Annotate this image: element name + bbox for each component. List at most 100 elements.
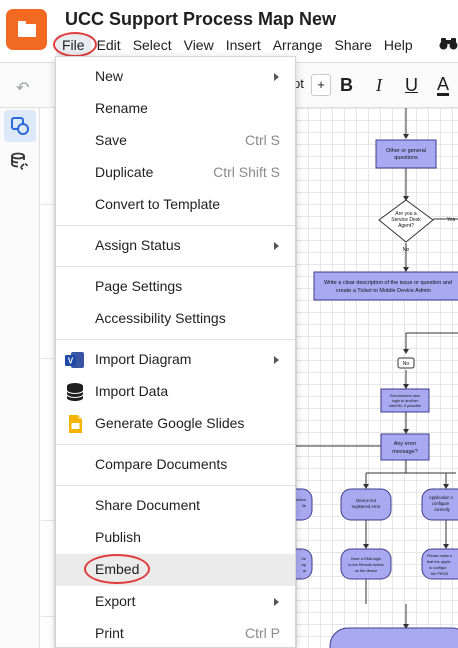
menu-view[interactable]: View	[178, 34, 220, 56]
node-any-error[interactable]	[380, 433, 430, 461]
menu-item-label: Import Diagram	[95, 351, 192, 367]
svg-text:Write a clear description of t: Write a clear description of the issue o…	[324, 280, 452, 286]
svg-text:No: No	[403, 247, 410, 253]
menu-arrange[interactable]: Arrange	[267, 34, 329, 56]
svg-text:create a Ticket to Mobile Devi: create a Ticket to Mobile Device Admin	[336, 288, 431, 294]
menu-item-label: Embed	[95, 561, 140, 577]
menu-item-label: Accessibility Settings	[95, 310, 226, 326]
svg-text:Device not: Device not	[356, 498, 377, 503]
svg-text:Application n: Application n	[429, 495, 454, 500]
menu-item-convert-to-template[interactable]: Convert to Template	[56, 189, 295, 221]
menu-item-import-diagram[interactable]: V Import Diagram	[56, 344, 295, 376]
submenu-arrow-icon	[274, 598, 279, 606]
data-panel-button[interactable]	[4, 146, 36, 178]
font-size-increase-button[interactable]: +	[311, 74, 331, 96]
svg-text:configure: configure	[432, 501, 450, 506]
menu-share[interactable]: Share	[329, 34, 378, 56]
svg-text:site/VM, if possible: site/VM, if possible	[389, 404, 421, 408]
menu-item-new[interactable]: New	[56, 61, 295, 93]
menu-item-compare-documents[interactable]: Compare Documents	[56, 449, 295, 481]
node-write-description[interactable]	[313, 271, 458, 301]
menu-item-page-settings[interactable]: Page Settings	[56, 271, 295, 303]
google-slides-icon	[69, 415, 82, 433]
menu-item-label: Import Data	[95, 383, 169, 399]
svg-text:Please make s: Please make s	[427, 554, 452, 558]
left-rail	[0, 108, 40, 648]
underline-button[interactable]: U	[405, 75, 418, 96]
svg-text:Agent?: Agent?	[398, 223, 414, 229]
svg-text:is configur: is configur	[429, 566, 447, 570]
menu-item-label: Assign Status	[95, 237, 181, 253]
document-title[interactable]: UCC Support Process Map New	[65, 9, 336, 30]
svg-text:ap: ap	[302, 562, 307, 567]
text-color-button[interactable]: A	[437, 75, 450, 96]
menu-item-import-data[interactable]: Import Data	[56, 376, 295, 408]
menu-item-label: Export	[95, 593, 136, 609]
diagram-canvas[interactable]: Other or general questions Are you a Ser…	[296, 108, 458, 648]
svg-text:Recommend user: Recommend user	[390, 394, 421, 398]
menu-item-rename[interactable]: Rename	[56, 93, 295, 125]
menu-item-assign-status[interactable]: Assign Status	[56, 230, 295, 262]
svg-text:ection: ection	[296, 497, 306, 502]
shortcut-label: Ctrl P	[245, 625, 280, 641]
bold-button[interactable]: B	[340, 75, 353, 96]
shapes-panel-button[interactable]	[4, 110, 36, 142]
italic-button[interactable]: I	[376, 75, 382, 96]
menu-item-duplicate[interactable]: Duplicate Ctrl Shift S	[56, 157, 295, 189]
svg-text:on the device: on the device	[355, 569, 378, 573]
svg-text:he: he	[302, 556, 307, 561]
database-icon	[66, 383, 84, 401]
menu-item-label: Publish	[95, 529, 141, 545]
menu-item-label: Rename	[95, 100, 148, 116]
shortcut-label: Ctrl Shift S	[213, 164, 280, 180]
svg-text:Other or general: Other or general	[386, 148, 426, 154]
menu-divider	[56, 266, 295, 267]
undo-icon[interactable]: ↶	[16, 78, 29, 98]
menu-item-label: Convert to Template	[95, 196, 221, 212]
menu-item-save[interactable]: Save Ctrl S	[56, 125, 295, 157]
menu-help[interactable]: Help	[378, 34, 419, 56]
app-logo-icon[interactable]	[6, 9, 47, 50]
menu-item-publish[interactable]: Publish	[56, 522, 295, 554]
menu-insert[interactable]: Insert	[220, 34, 267, 56]
menu-item-accessibility-settings[interactable]: Accessibility Settings	[56, 303, 295, 335]
svg-text:registered error: registered error	[352, 504, 381, 509]
menu-item-export[interactable]: Export	[56, 586, 295, 618]
svg-text:message?: message?	[392, 449, 417, 455]
menu-item-embed[interactable]: Embed	[56, 554, 295, 586]
node-other-questions[interactable]	[375, 139, 437, 169]
menu-divider	[56, 225, 295, 226]
binoculars-icon[interactable]	[439, 37, 458, 51]
svg-text:V: V	[68, 357, 74, 366]
menu-divider	[56, 339, 295, 340]
svg-text:login to another: login to another	[392, 399, 419, 403]
svg-text:questions: questions	[394, 155, 418, 161]
menu-edit[interactable]: Edit	[91, 34, 127, 56]
svg-text:Have a DMA login: Have a DMA login	[351, 557, 381, 561]
submenu-arrow-icon	[274, 356, 279, 364]
menu-file[interactable]: File	[56, 34, 91, 56]
menu-item-print[interactable]: Print Ctrl P	[56, 618, 295, 648]
svg-text:to the Remote Admin: to the Remote Admin	[348, 563, 383, 567]
menu-item-label: Generate Google Slides	[95, 415, 245, 431]
menu-divider	[56, 444, 295, 445]
svg-text:the PROD: the PROD	[431, 572, 449, 576]
file-menu: New Rename Save Ctrl S Duplicate Ctrl Sh…	[55, 56, 296, 648]
visio-icon: V	[65, 352, 84, 368]
app-header: UCC Support Process Map New File Edit Se…	[0, 0, 458, 62]
menu-item-label: Duplicate	[95, 164, 154, 180]
submenu-arrow-icon	[274, 242, 279, 250]
submenu-arrow-icon	[274, 73, 279, 81]
menu-item-label: Save	[95, 132, 127, 148]
node-bottom[interactable]	[329, 627, 458, 648]
menu-item-label: Print	[95, 625, 124, 641]
menu-select[interactable]: Select	[127, 34, 178, 56]
shortcut-label: Ctrl S	[245, 132, 280, 148]
svg-text:al: al	[303, 568, 306, 573]
menu-divider	[56, 485, 295, 486]
menu-item-generate-google-slides[interactable]: Generate Google Slides	[56, 408, 295, 440]
menu-bar: File Edit Select View Insert Arrange Sha…	[56, 34, 419, 56]
menu-item-share-document[interactable]: Share Document	[56, 490, 295, 522]
svg-text:No: No	[403, 361, 410, 367]
menu-item-label: Share Document	[95, 497, 201, 513]
